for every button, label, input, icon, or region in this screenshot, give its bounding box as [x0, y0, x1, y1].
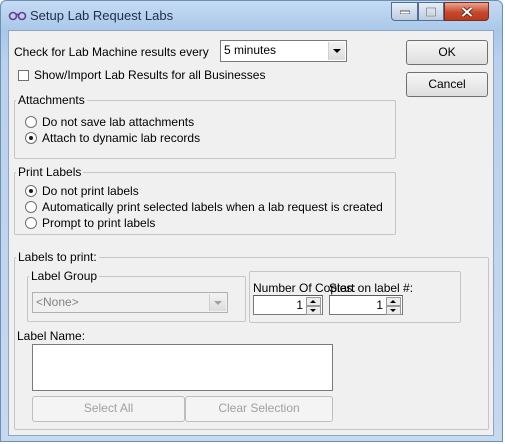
print-auto-label: Automatically print selected labels when…: [42, 200, 383, 214]
dialog-window: Setup Lab Request Labs Check for Lab Mac…: [0, 0, 503, 442]
start-label-label: Start on label #:: [329, 281, 414, 295]
select-all-button[interactable]: Select All: [32, 396, 185, 422]
print-prompt-label: Prompt to print labels: [42, 216, 156, 230]
label-name-label: Label Name:: [17, 329, 86, 343]
print-auto-radio[interactable]: [25, 201, 37, 213]
spin-down-icon[interactable]: [386, 306, 401, 315]
copies-spinner[interactable]: 1: [253, 295, 323, 315]
window-title: Setup Lab Request Labs: [30, 8, 174, 23]
attach-none-label: Do not save lab attachments: [42, 115, 195, 129]
check-interval-select[interactable]: 5 minutes: [220, 40, 347, 62]
lab-glasses-icon: [8, 11, 27, 21]
attachments-title: Attachments: [16, 93, 87, 107]
label-name-list[interactable]: [32, 344, 333, 391]
attachments-group: [14, 100, 396, 159]
print-prompt-radio[interactable]: [25, 217, 37, 229]
ok-button[interactable]: OK: [406, 40, 488, 65]
spin-up-icon[interactable]: [386, 297, 401, 306]
dialog-body: Check for Lab Machine results every 5 mi…: [8, 30, 494, 436]
maximize-button[interactable]: [418, 2, 444, 21]
maximize-icon: [426, 7, 436, 16]
check-interval-label: Check for Lab Machine results every: [14, 45, 209, 59]
show-import-label: Show/Import Lab Results for all Business…: [34, 68, 266, 82]
close-icon: [460, 6, 473, 17]
print-labels-title: Print Labels: [16, 165, 84, 179]
attach-dynamic-label: Attach to dynamic lab records: [42, 131, 201, 145]
clear-selection-button[interactable]: Clear Selection: [185, 396, 333, 422]
spin-up-icon[interactable]: [306, 297, 321, 306]
minimize-button[interactable]: [391, 2, 418, 21]
chevron-down-icon: [328, 42, 345, 60]
start-label-spinner[interactable]: 1: [329, 295, 403, 315]
cancel-button[interactable]: Cancel: [406, 72, 488, 97]
label-group-select[interactable]: <None>: [32, 292, 228, 313]
attach-dynamic-radio[interactable]: [25, 132, 37, 144]
chevron-down-icon: [209, 294, 226, 311]
attach-none-radio[interactable]: [25, 116, 37, 128]
show-import-checkbox[interactable]: [18, 70, 29, 81]
minimize-icon: [399, 10, 410, 14]
close-button[interactable]: [444, 2, 489, 21]
print-none-radio[interactable]: [25, 185, 37, 197]
spin-down-icon[interactable]: [306, 306, 321, 315]
labels-to-print-title: Labels to print:: [16, 250, 99, 264]
print-none-label: Do not print labels: [42, 184, 139, 198]
label-group-title: Label Group: [29, 269, 100, 283]
title-bar[interactable]: Setup Lab Request Labs: [1, 1, 504, 29]
